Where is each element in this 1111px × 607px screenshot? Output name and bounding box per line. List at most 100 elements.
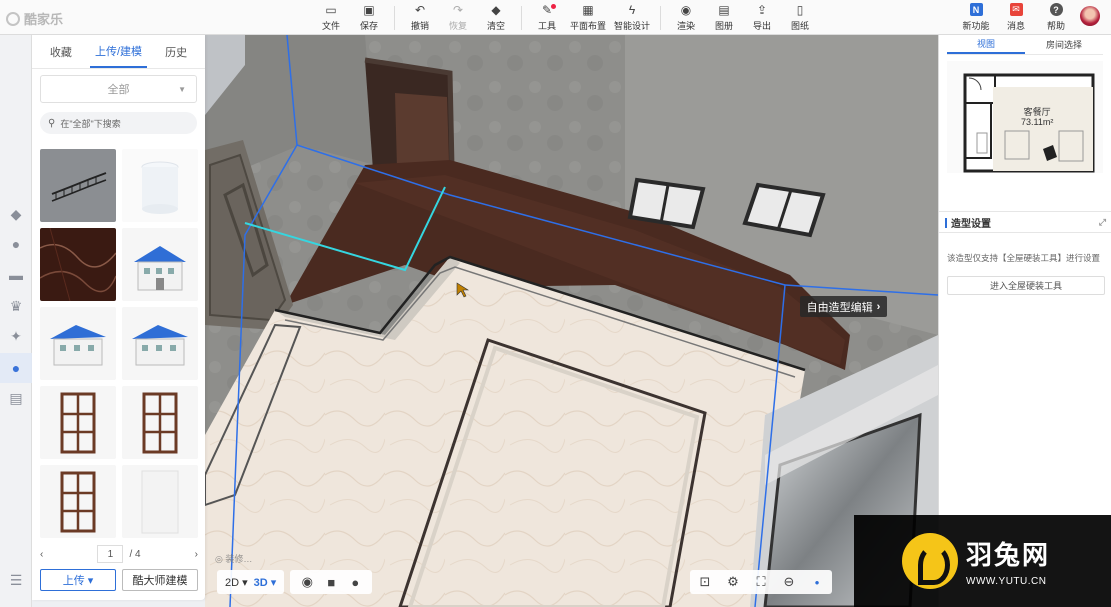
zoom-slider-handle[interactable]: •	[808, 573, 826, 591]
tab-upload-modeling[interactable]: 上传/建模	[89, 35, 148, 68]
lighting-icon[interactable]: ●	[7, 235, 25, 253]
material-ball-icon[interactable]: ●	[346, 573, 364, 591]
model-thumb-window-frame-1[interactable]	[40, 386, 116, 459]
eye-icon[interactable]: ◉	[298, 573, 316, 591]
tab-history[interactable]: 历史	[147, 35, 205, 68]
stair-railing-icon	[51, 172, 107, 202]
library-tabs: 收藏 上传/建模 历史	[32, 35, 205, 69]
tab-view[interactable]: 视图	[947, 35, 1025, 54]
messages-button[interactable]: ✉ 消息	[998, 3, 1034, 32]
villa-icon	[134, 246, 186, 291]
new-feature-icon: N	[969, 3, 983, 16]
user-avatar[interactable]	[1080, 6, 1100, 26]
export-button[interactable]: ⇪ 导出	[743, 3, 781, 33]
undo-icon: ↶	[414, 3, 426, 17]
album-icon: ▤	[718, 3, 730, 17]
file-button[interactable]: ▭ 文件	[312, 3, 350, 33]
render-icon: ◉	[680, 3, 692, 17]
redo-icon: ↷	[452, 3, 464, 17]
cabinet-icon[interactable]: ▤	[7, 389, 25, 407]
tools-button[interactable]: ✎ 工具	[528, 3, 566, 33]
help-button[interactable]: ? 帮助	[1038, 3, 1074, 32]
redo-button[interactable]: ↷ 恢复	[439, 3, 477, 33]
eraser-icon: ◆	[491, 3, 501, 17]
model-thumb-white-panel[interactable]	[122, 465, 198, 538]
logo-mark-icon	[6, 11, 20, 26]
expand-icon[interactable]: ⤢	[1099, 217, 1106, 228]
view-3d-button[interactable]: 3D ▾	[254, 576, 277, 589]
window-frame-icon	[60, 392, 96, 454]
pagination: ‹ 1 / 4 ›	[40, 544, 198, 564]
hard-decor-icon[interactable]: ◆	[7, 205, 25, 223]
my-models-icon[interactable]: ●	[0, 353, 32, 383]
view-2d-button[interactable]: 2D ▾	[225, 576, 248, 589]
model-thumb-villa-3[interactable]	[122, 307, 198, 380]
drawing-button[interactable]: ▯ 图纸	[781, 3, 819, 33]
upload-button[interactable]: 上传 ▾	[40, 569, 116, 591]
villa-icon	[132, 325, 188, 366]
left-icon-rail: ◆ ● ▬ ♛ ✦ ● ▤ ☰	[0, 35, 32, 607]
model-grid	[40, 149, 198, 538]
chevron-down-icon: ▼	[178, 85, 186, 94]
new-feature-button[interactable]: N 新功能	[958, 3, 994, 32]
3d-viewport[interactable]: ◎ 装修…	[205, 35, 938, 607]
view-mode-controls: 2D ▾ 3D ▾ ◉ ■ ●	[217, 570, 373, 594]
floor-plan-minimap[interactable]: 客餐厅 73.11m²	[947, 61, 1103, 173]
export-icon: ⇪	[756, 3, 768, 17]
master-modeling-button[interactable]: 酷大师建模	[122, 569, 198, 591]
app-logo[interactable]: 酷家乐	[6, 9, 63, 28]
file-icon: ▭	[325, 3, 337, 17]
panel-icon	[141, 470, 179, 534]
category-select[interactable]: 全部 ▼	[40, 75, 197, 103]
villa-icon	[50, 325, 106, 366]
next-page-icon[interactable]: ›	[195, 549, 198, 560]
camera-settings-icon[interactable]: ⚙	[724, 573, 742, 591]
zoom-out-icon[interactable]: ⊖	[780, 573, 798, 591]
crown-icon[interactable]: ♛	[7, 297, 25, 315]
save-button[interactable]: ▣ 保存	[350, 3, 388, 33]
search-input[interactable]: ⚲ 在"全部"下搜索	[40, 112, 197, 134]
camera-reset-icon[interactable]: ⊡	[696, 573, 714, 591]
model-thumb-cylinder[interactable]	[122, 149, 198, 222]
model-library-panel: 收藏 上传/建模 历史 全部 ▼ ⚲ 在"全部"下搜索 ‹ 1 / 4 › 上传…	[32, 35, 205, 600]
view-tabs: 视图 房间选择	[947, 35, 1103, 55]
menu-list-icon[interactable]: ☰	[7, 571, 25, 589]
render-button[interactable]: ◉ 渲染	[667, 3, 705, 33]
watermark-en: WWW.YUTU.CN	[966, 576, 1047, 587]
tab-room-select[interactable]: 房间选择	[1025, 35, 1103, 54]
album-button[interactable]: ▤ 图册	[705, 3, 743, 33]
tab-favorites[interactable]: 收藏	[32, 35, 90, 68]
smart-design-button[interactable]: ϟ 智能设计	[610, 3, 654, 33]
prev-page-icon[interactable]: ‹	[40, 549, 43, 560]
model-thumb-villa-2[interactable]	[40, 307, 116, 380]
structure-icon[interactable]: ✦	[7, 327, 25, 345]
model-thumb-villa-1[interactable]	[122, 228, 198, 301]
page-total: / 4	[129, 548, 141, 560]
camera-controls: ⊡ ⚙ ⛶ ⊖ •	[690, 570, 832, 594]
window-frame-icon	[60, 471, 96, 533]
gift-icon: ✉	[1009, 3, 1023, 16]
cube-icon[interactable]: ■	[322, 573, 340, 591]
save-icon: ▣	[363, 3, 375, 17]
room-area: 73.11m²	[1021, 117, 1054, 127]
panel-actions: 上传 ▾ 酷大师建模	[40, 569, 198, 591]
floor-plan-button[interactable]: ▦ 平面布置	[566, 3, 610, 33]
shape-settings-note: 该造型仅支持【全屋硬装工具】进行设置	[947, 253, 1101, 263]
toolbar-divider	[521, 6, 522, 30]
help-icon: ?	[1049, 3, 1063, 16]
toolbar-divider	[660, 6, 661, 30]
viewport-ghost-label: ◎ 装修…	[215, 554, 253, 564]
marble-texture-icon	[40, 228, 116, 301]
page-input[interactable]: 1	[97, 545, 124, 563]
model-thumb-marble-texture[interactable]	[40, 228, 116, 301]
undo-button[interactable]: ↶ 撤销	[401, 3, 439, 33]
top-toolbar: 酷家乐 ▭ 文件 ▣ 保存 ↶ 撤销 ↷ 恢复 ◆ 清空 ✎ 工具 ▦ 平面布置 ϟ 智能设计 …	[0, 0, 1111, 35]
model-thumb-stair-railing[interactable]	[40, 149, 116, 222]
furniture-icon[interactable]: ▬	[7, 266, 25, 284]
free-shape-edit-button[interactable]: 自由造型编辑 ›	[800, 296, 887, 317]
enter-hard-decor-tool-button[interactable]: 进入全屋硬装工具	[947, 276, 1105, 295]
model-thumb-window-frame-2[interactable]	[122, 386, 198, 459]
model-thumb-window-frame-3[interactable]	[40, 465, 116, 538]
clear-button[interactable]: ◆ 清空	[477, 3, 515, 33]
fit-view-icon[interactable]: ⛶	[752, 573, 770, 591]
